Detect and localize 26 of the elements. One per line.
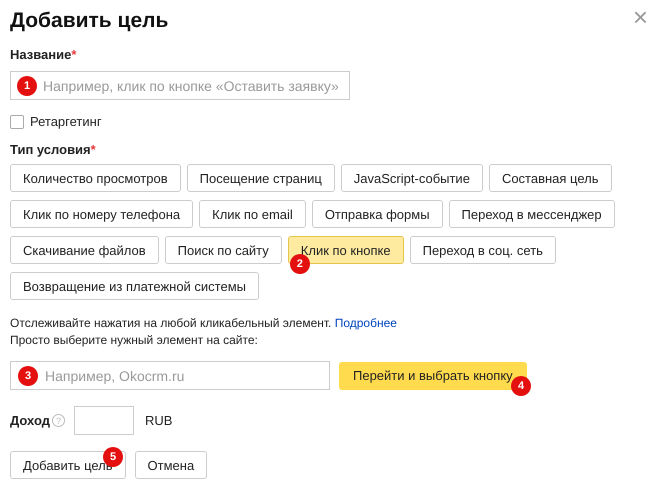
condition-option[interactable]: JavaScript-событие	[340, 164, 483, 192]
field-label: Название*	[10, 46, 76, 64]
checkbox[interactable]	[10, 114, 24, 128]
condition-option[interactable]: Количество просмотров	[10, 164, 181, 192]
number-marker: 2	[290, 254, 310, 274]
income-label: Доход	[10, 413, 50, 428]
hint-text: Просто выберите нужный элемент на сайте:	[10, 332, 259, 349]
condition-option[interactable]: Скачивание файлов	[10, 236, 159, 264]
condition-option[interactable]: Переход в мессенджер	[448, 200, 615, 228]
dialog-title: Добавить цель	[10, 8, 168, 34]
more-link[interactable]: Подробнее	[334, 316, 397, 330]
condition-option[interactable]: Отправка формы	[312, 200, 443, 228]
condition-option[interactable]: Клик по email	[199, 200, 306, 228]
currency-label: RUB	[144, 413, 172, 428]
cancel-button[interactable]: Отмена	[134, 451, 208, 479]
condition-option[interactable]: Посещение страниц	[186, 164, 335, 192]
number-marker: 4	[511, 376, 531, 396]
condition-option[interactable]: Переход в соц. сеть	[410, 236, 556, 264]
hint-text: Отслеживайте нажатия на любой кликабельный элемент. Подробнее	[10, 315, 398, 332]
income-field[interactable]	[74, 406, 134, 435]
field-label: Тип условия*	[10, 141, 96, 159]
condition-option[interactable]: Поиск по сайту	[164, 236, 282, 264]
condition-option[interactable]: Клик по номеру телефона	[10, 200, 194, 228]
condition-option[interactable]: Возвращение из платежной системы	[10, 272, 259, 300]
checkbox-label: Ретаргетинг	[30, 114, 102, 129]
condition-option[interactable]: Составная цель	[488, 164, 612, 192]
